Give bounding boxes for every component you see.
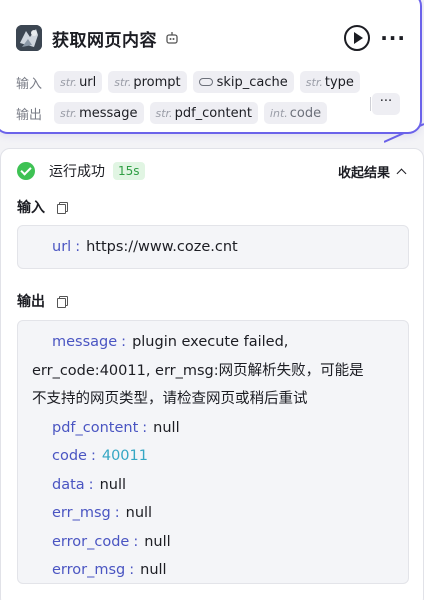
output-field-err-msg: err_msg: null	[52, 505, 153, 521]
copy-icon[interactable]	[57, 295, 68, 308]
output-field-data: data: null	[52, 476, 126, 493]
output-json-box: message: plugin execute failed, err_code:…	[17, 320, 409, 584]
output-chip-message[interactable]: str. message	[54, 102, 144, 124]
output-chip-pdf-content[interactable]: str. pdf_content	[149, 102, 258, 124]
toggle-icon	[198, 78, 213, 86]
run-button[interactable]	[344, 25, 371, 51]
output-field-code: code:40011	[52, 448, 148, 464]
inputs-label: 输入	[16, 76, 43, 92]
more-outputs-button[interactable]: ···	[370, 93, 400, 115]
duration-badge: 15s	[113, 162, 145, 180]
chevron-up-icon	[396, 168, 407, 179]
node-header: 获取网页内容 ···	[16, 22, 412, 54]
input-json-box: url: https://www.coze.cnt	[17, 225, 409, 269]
collapse-results-button[interactable]: 收起结果	[338, 162, 407, 181]
robot-icon	[166, 32, 178, 44]
input-section-title: 输入	[17, 197, 68, 217]
status-row: 运行成功 15s 收起结果	[17, 161, 409, 181]
output-field-message: message: plugin execute failed, err_code:…	[32, 334, 364, 407]
output-section-title: 输出	[17, 291, 68, 311]
input-chip-skip-cache[interactable]: skip_cache	[192, 71, 294, 93]
app-thumbnail-icon	[16, 25, 42, 51]
input-chip-url[interactable]: str. url	[54, 71, 103, 93]
success-check-icon	[17, 162, 35, 180]
outputs-row: 输出 str. message str. pdf_content int. code	[16, 101, 333, 125]
plugin-node-card[interactable]: 获取网页内容 ··· 输入 str. url str. prompt skip_ca…	[0, 0, 422, 134]
status-text: 运行成功	[49, 164, 105, 180]
run-result-panel: 运行成功 15s 收起结果 输入 url: https://www.coze.cn…	[0, 148, 424, 600]
output-field-error-code: error_code: null	[52, 533, 171, 550]
output-field-error-msg: error_msg: null	[52, 562, 167, 578]
play-icon	[354, 32, 364, 44]
input-chip-type[interactable]: str. type	[299, 71, 360, 93]
input-field-url: url: https://www.coze.cnt	[52, 239, 238, 255]
outputs-label: 输出	[16, 107, 43, 123]
more-options-icon[interactable]: ···	[380, 28, 406, 48]
copy-icon[interactable]	[57, 201, 68, 214]
node-title: 获取网页内容	[52, 30, 157, 51]
output-chip-code[interactable]: int. code	[263, 102, 328, 124]
input-chip-prompt[interactable]: str. prompt	[108, 71, 187, 93]
inputs-row: 输入 str. url str. prompt skip_cache str. typ…	[16, 70, 366, 94]
output-field-pdf-content: pdf_content: null	[52, 419, 180, 436]
